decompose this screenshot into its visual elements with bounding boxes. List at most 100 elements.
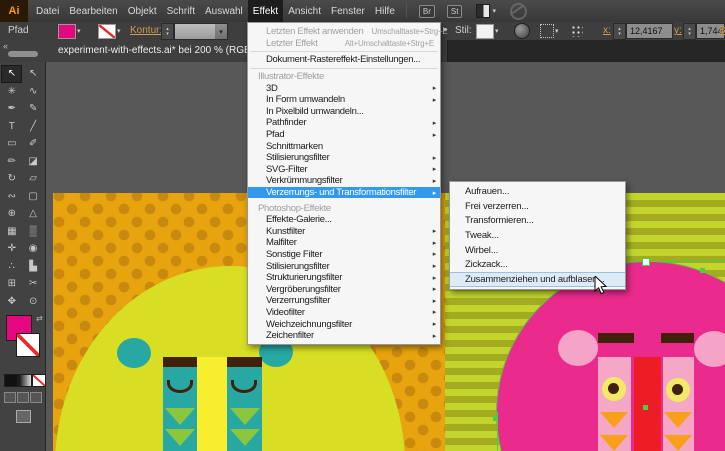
- scale-tool[interactable]: ▱: [24, 171, 43, 187]
- stock-button[interactable]: St: [446, 4, 463, 18]
- hand-tool[interactable]: ✥: [2, 293, 21, 309]
- menu-schrift[interactable]: Schrift: [162, 0, 200, 22]
- x-link[interactable]: x:: [603, 25, 611, 36]
- style-dropdown-icon[interactable]: ▾: [495, 27, 499, 35]
- blend-tool[interactable]: ◉: [24, 241, 43, 257]
- menu-item-pathfinder[interactable]: Pathfinder ▸: [248, 117, 440, 129]
- menu-item-in-form-umwandeln[interactable]: In Form umwandeln ▸: [248, 94, 440, 106]
- draw-behind-button[interactable]: [17, 392, 29, 403]
- menu-item-effekte-galerie[interactable]: Effekte-Galerie...: [248, 214, 440, 226]
- menu-hilfe[interactable]: Hilfe: [370, 0, 400, 22]
- selection-anchor-left[interactable]: [493, 416, 498, 421]
- collapse-panel-icon[interactable]: «: [3, 41, 8, 51]
- width-tool[interactable]: ∾: [2, 188, 21, 204]
- menu-ansicht[interactable]: Ansicht: [283, 0, 326, 22]
- slice-tool[interactable]: ✂: [24, 276, 43, 292]
- menu-effekt[interactable]: Effekt: [247, 0, 284, 22]
- menu-item-stilisierungsfilter[interactable]: Stilisierungsfilter ▸: [248, 152, 440, 164]
- rotate-tool[interactable]: ↻: [2, 171, 21, 187]
- menu-bearbeiten[interactable]: Bearbeiten: [64, 0, 122, 22]
- mesh-tool[interactable]: ▦: [2, 223, 21, 239]
- selection-anchor-center[interactable]: [643, 405, 648, 410]
- rectangle-tool[interactable]: ▭: [2, 136, 21, 152]
- line-segment-tool[interactable]: ╱: [24, 118, 43, 134]
- transform-dropdown-icon[interactable]: ▾: [555, 27, 559, 35]
- menu-item-videofilter[interactable]: Videofilter ▸: [248, 307, 440, 319]
- menu-item-zeichenfilter[interactable]: Zeichenfilter ▸: [248, 330, 440, 342]
- type-tool[interactable]: T: [2, 118, 21, 134]
- menu-item-in-pixelbild-umwandeln[interactable]: In Pixelbild umwandeln...: [248, 106, 440, 118]
- stroke-color-well[interactable]: [16, 333, 40, 357]
- lasso-tool[interactable]: ∿: [24, 83, 43, 99]
- none-mode-button[interactable]: [32, 374, 46, 387]
- menu-datei[interactable]: Datei: [31, 0, 64, 22]
- menu-item-vergroeberungsfilter[interactable]: Vergröberungsfilter ▸: [248, 283, 440, 295]
- y-link[interactable]: y:: [674, 25, 682, 36]
- x-value-field[interactable]: 12,4167 in: [626, 23, 673, 50]
- transform-options-icon[interactable]: [540, 24, 554, 38]
- column-graph-tool[interactable]: ▙: [24, 258, 43, 274]
- bridge-button[interactable]: Br: [418, 4, 435, 18]
- gradient-tool[interactable]: ▒: [24, 223, 43, 239]
- zoom-tool[interactable]: ⊙: [24, 293, 43, 309]
- shape-builder-tool[interactable]: ⊕: [2, 206, 21, 222]
- gradient-mode-button[interactable]: [18, 374, 32, 387]
- menu-item-strukturierungsfilter[interactable]: Strukturierungsfilter ▸: [248, 272, 440, 284]
- menu-item-pfad[interactable]: Pfad ▸: [248, 129, 440, 141]
- menu-item-schnittmarken[interactable]: Schnittmarken: [248, 140, 440, 152]
- menu-item-3d[interactable]: 3D ▸: [248, 82, 440, 94]
- pen-tool[interactable]: ✒: [2, 101, 21, 117]
- selection-anchor-top[interactable]: [642, 258, 650, 266]
- menu-item-svg-filter[interactable]: SVG-Filter ▸: [248, 164, 440, 176]
- workspace-switcher-icon[interactable]: [476, 4, 491, 18]
- stroke-weight-stepper[interactable]: ▴ ▾: [161, 23, 174, 40]
- draw-inside-button[interactable]: [30, 392, 42, 403]
- menu-item-weichzeichnungsfilter[interactable]: Weichzeichnungsfilter ▸: [248, 318, 440, 330]
- stroke-weight-dropdown-icon[interactable]: ▾: [215, 24, 227, 39]
- submenu-item-wirbel[interactable]: Wirbel...: [450, 243, 625, 258]
- submenu-item-frei-verzerren[interactable]: Frei verzerren...: [450, 199, 625, 214]
- paintbrush-tool[interactable]: ✐: [24, 136, 43, 152]
- menu-item-stilisierungsfilter-ps[interactable]: Stilisierungsfilter ▸: [248, 260, 440, 272]
- eyedropper-tool[interactable]: ✛: [2, 241, 21, 257]
- eraser-tool[interactable]: ◪: [24, 153, 43, 169]
- style-swatch[interactable]: [476, 24, 494, 39]
- menu-item-dokument-rastereffekt[interactable]: Dokument-Rastereffekt-Einstellungen...: [248, 54, 440, 66]
- kontur-link[interactable]: Kontur:: [130, 25, 162, 36]
- symbol-sprayer-tool[interactable]: ∴: [2, 258, 21, 274]
- menu-item-verkruemmungsfilter[interactable]: Verkrümmungsfilter ▸: [248, 175, 440, 187]
- y-stepper[interactable]: ▴ ▾: [683, 23, 696, 40]
- workspace-dropdown-icon[interactable]: ▾: [492, 7, 496, 15]
- menu-fenster[interactable]: Fenster: [326, 0, 370, 22]
- b-link[interactable]: B: [719, 25, 725, 36]
- selection-tool[interactable]: ↖: [1, 64, 23, 83]
- swap-fill-stroke-icon[interactable]: ⇄: [36, 314, 43, 323]
- pencil-tool[interactable]: ✏: [2, 153, 21, 169]
- submenu-item-zickzack[interactable]: Zickzack...: [450, 257, 625, 272]
- menu-item-verzerrungs-und-transformationsfilter[interactable]: Verzerrungs- und Transformationsfilter ▸: [248, 186, 440, 199]
- stroke-weight-dropdown[interactable]: ▾: [174, 23, 228, 40]
- menu-item-sonstige-filter[interactable]: Sonstige Filter ▸: [248, 249, 440, 261]
- recolor-artwork-icon[interactable]: [514, 23, 530, 39]
- app-logo-icon[interactable]: Ai: [0, 0, 28, 22]
- fill-color-swatch[interactable]: [58, 24, 76, 39]
- perspective-grid-tool[interactable]: △: [24, 206, 43, 222]
- submenu-item-transformieren[interactable]: Transformieren...: [450, 213, 625, 228]
- menu-item-verzerrungsfilter[interactable]: Verzerrungsfilter ▸: [248, 295, 440, 307]
- stroke-dropdown-icon[interactable]: ▾: [117, 27, 121, 35]
- submenu-item-aufrauen[interactable]: Aufrauen...: [450, 184, 625, 199]
- menu-item-kunstfilter[interactable]: Kunstfilter ▸: [248, 226, 440, 238]
- panel-grip[interactable]: [8, 51, 38, 57]
- submenu-item-tweak[interactable]: Tweak...: [450, 228, 625, 243]
- fill-dropdown-icon[interactable]: ▾: [77, 27, 81, 35]
- reference-point-grid-icon[interactable]: [570, 24, 583, 37]
- menu-item-malfilter[interactable]: Malfilter ▸: [248, 237, 440, 249]
- curvature-tool[interactable]: ✎: [24, 101, 43, 117]
- draw-normal-button[interactable]: [4, 392, 16, 403]
- magic-wand-tool[interactable]: ✳: [2, 83, 21, 99]
- color-mode-button[interactable]: [4, 374, 18, 387]
- direct-selection-tool[interactable]: ↖: [24, 66, 43, 82]
- artboard-tool[interactable]: ⊞: [2, 276, 21, 292]
- free-transform-tool[interactable]: ▢: [24, 188, 43, 204]
- stroke-color-swatch[interactable]: [98, 24, 116, 39]
